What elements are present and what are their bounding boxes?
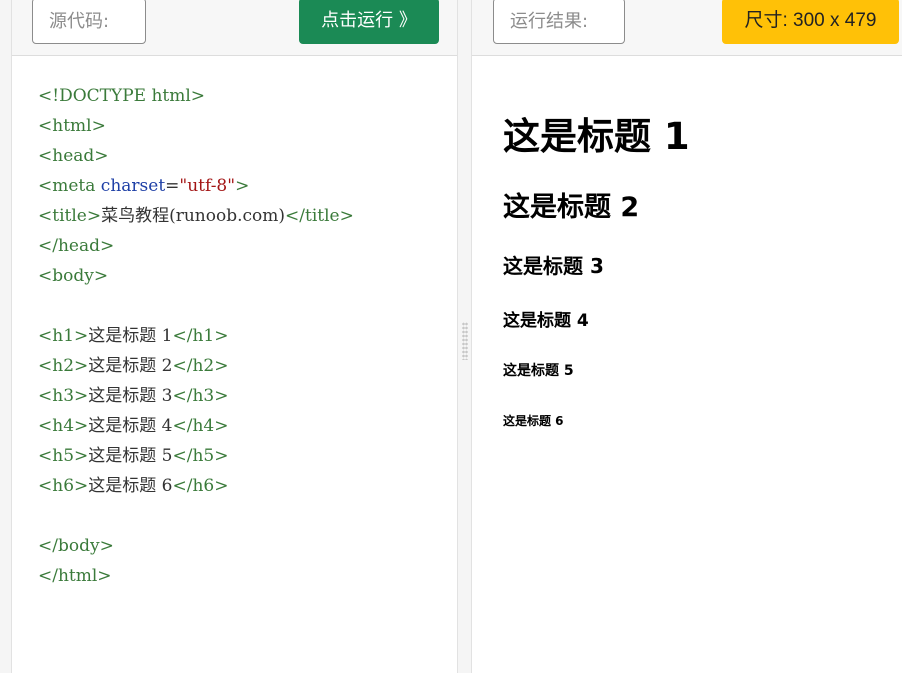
heading-1: 这是标题 1: [503, 115, 690, 158]
code-token: </title>: [285, 206, 354, 226]
code-token: 这是标题 4: [88, 416, 173, 436]
size-badge: 尺寸: 300 x 479: [722, 0, 899, 44]
code-token: <h6>: [38, 476, 89, 496]
code-token: <h5>: [38, 446, 89, 466]
code-token: <!DOCTYPE html>: [38, 86, 206, 106]
run-button[interactable]: 点击运行 》: [299, 0, 439, 44]
code-token: <h4>: [38, 416, 89, 436]
code-token: </h5>: [172, 446, 229, 466]
code-line: <h4>这是标题 4</h4>: [38, 411, 354, 441]
panel-splitter[interactable]: [458, 0, 471, 673]
code-token: 这是标题 1: [88, 326, 173, 346]
drag-handle-icon[interactable]: [462, 322, 468, 360]
code-token: </h4>: [172, 416, 229, 436]
code-token: <html>: [38, 116, 106, 136]
result-panel: 运行结果: 尺寸: 300 x 479 这是标题 1 这是标题 2 这是标题 3…: [471, 0, 902, 673]
code-token: </html>: [38, 566, 112, 586]
code-token: 这是标题 2: [88, 356, 173, 376]
source-code-label: 源代码:: [32, 0, 146, 44]
code-token: =: [165, 176, 180, 196]
code-line: <!DOCTYPE html>: [38, 81, 354, 111]
source-toolbar: 源代码: 点击运行 》: [12, 0, 457, 56]
heading-5: 这是标题 5: [503, 363, 574, 379]
code-token: <body>: [38, 266, 109, 286]
code-token: 这是标题 3: [88, 386, 173, 406]
code-line: <h2>这是标题 2</h2>: [38, 351, 354, 381]
code-token: </h6>: [172, 476, 229, 496]
code-line: <h6>这是标题 6</h6>: [38, 471, 354, 501]
code-editor[interactable]: <!DOCTYPE html> <html> <head> <meta charset…: [38, 81, 354, 591]
code-token: <title>: [38, 206, 102, 226]
code-token: "utf-8": [179, 176, 236, 196]
code-line: <h1>这是标题 1</h1>: [38, 321, 354, 351]
heading-6: 这是标题 6: [503, 414, 564, 428]
code-token: <meta: [38, 176, 101, 196]
code-token: >: [235, 176, 250, 196]
heading-3: 这是标题 3: [503, 254, 604, 278]
code-line: <meta charset="utf-8">: [38, 171, 354, 201]
code-token: </h3>: [172, 386, 229, 406]
code-line: <head>: [38, 141, 354, 171]
code-line: </body>: [38, 531, 354, 561]
code-line: </head>: [38, 231, 354, 261]
code-token: 菜鸟教程(runoob.com): [101, 206, 286, 226]
code-line: <h5>这是标题 5</h5>: [38, 441, 354, 471]
source-code-panel: 源代码: 点击运行 》 <!DOCTYPE html> <html> <head> <…: [11, 0, 458, 673]
code-line: <title>菜鸟教程(runoob.com)</title>: [38, 201, 354, 231]
code-line: <html>: [38, 111, 354, 141]
code-line: <body>: [38, 261, 354, 291]
code-token: <h2>: [38, 356, 89, 376]
code-token: </body>: [38, 536, 114, 556]
code-token: <h3>: [38, 386, 89, 406]
code-token: </h1>: [172, 326, 229, 346]
code-token: </h2>: [172, 356, 229, 376]
code-token: 这是标题 6: [88, 476, 173, 496]
result-label: 运行结果:: [493, 0, 625, 44]
code-line: <h3>这是标题 3</h3>: [38, 381, 354, 411]
code-token: 这是标题 5: [88, 446, 173, 466]
code-token: <head>: [38, 146, 109, 166]
tryit-editor: 源代码: 点击运行 》 <!DOCTYPE html> <html> <head> <…: [0, 0, 902, 673]
heading-2: 这是标题 2: [503, 192, 640, 223]
code-token: charset: [100, 176, 166, 196]
code-token: </head>: [38, 236, 115, 256]
heading-4: 这是标题 4: [503, 311, 589, 331]
code-line: </html>: [38, 561, 354, 591]
result-toolbar: 运行结果: 尺寸: 300 x 479: [472, 0, 902, 56]
code-token: <h1>: [38, 326, 89, 346]
